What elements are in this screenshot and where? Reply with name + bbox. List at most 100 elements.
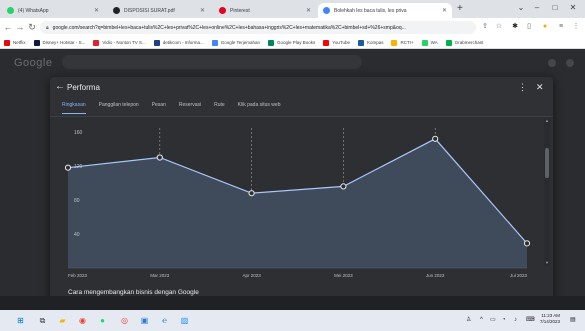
kompas-icon: [357, 39, 364, 46]
bookmark-vidio[interactable]: Vidio - Nonton TV S...: [93, 39, 146, 46]
scroll-up-icon[interactable]: ▲: [545, 119, 549, 123]
extension-icon[interactable]: ✱: [510, 22, 520, 32]
browser-tab-strip: (4) WhatsApp ✕ DISPOSISI SURAT.pdf ✕ Pin…: [0, 0, 585, 18]
bookmark-netflix[interactable]: Netflix: [4, 39, 26, 46]
sidepanel-icon[interactable]: ▯: [524, 22, 534, 32]
close-icon[interactable]: ✕: [306, 7, 311, 14]
google-icon: [323, 7, 330, 14]
tab-ringkasan[interactable]: Ringkasan: [62, 102, 86, 114]
whatsapp-icon[interactable]: ●: [96, 314, 109, 327]
translate-icon: [211, 39, 218, 46]
data-point: [432, 135, 439, 142]
scroll-down-icon[interactable]: ▼: [545, 261, 549, 265]
volume-icon[interactable]: ♪: [514, 316, 517, 324]
search-input[interactable]: [62, 55, 362, 69]
x-tick-label: Mar 2023: [150, 273, 170, 278]
system-clock[interactable]: 11:23 AM 7/14/2023: [540, 313, 560, 325]
person-icon[interactable]: ♙: [466, 316, 471, 324]
bookmark-star-icon[interactable]: ☆: [494, 22, 504, 32]
detikcom-icon: [153, 39, 160, 46]
scrollbar-thumb[interactable]: [545, 148, 549, 178]
chrome-icon[interactable]: ◉: [76, 314, 89, 327]
document-icon: [113, 7, 120, 14]
back-arrow-icon[interactable]: ←: [55, 82, 65, 92]
close-icon[interactable]: ✕: [442, 7, 447, 14]
opera-icon[interactable]: ◎: [118, 314, 131, 327]
disney-icon: [33, 39, 40, 46]
apps-icon[interactable]: [548, 59, 556, 67]
profile-icon[interactable]: ●: [540, 22, 550, 32]
tab-search-icon[interactable]: ⌄: [514, 3, 528, 13]
task-view-icon[interactable]: ⧉: [36, 314, 49, 327]
reload-icon[interactable]: ↻: [26, 21, 38, 33]
share-icon[interactable]: ⇪: [480, 22, 490, 32]
grab-icon: [445, 39, 452, 46]
update-icon[interactable]: ≡: [556, 22, 566, 32]
dialog-title: Performa: [67, 83, 100, 92]
bookmark-detikcom[interactable]: detikcom - Informa...: [153, 39, 204, 46]
tab-pdf[interactable]: DISPOSISI SURAT.pdf ✕: [108, 3, 210, 18]
tab-rute[interactable]: Rute: [214, 102, 225, 114]
performance-chart: 4080120160Feb 2023 Mar 2023 Apr 2023 Mei 20…: [64, 128, 531, 278]
bookmark-youtube[interactable]: YouTube: [323, 39, 350, 46]
close-window-icon[interactable]: ✕: [566, 3, 580, 13]
whatsapp-icon: [421, 39, 428, 46]
bookmark-google-translate[interactable]: Google Terjemahan: [211, 39, 260, 46]
google-logo[interactable]: Google: [14, 57, 52, 69]
section-heading: Cara mengembangkan bisnis dengan Google: [68, 289, 199, 296]
y-tick-label: 160: [74, 130, 83, 136]
close-icon[interactable]: ✕: [94, 7, 99, 14]
bookmark-play-books[interactable]: Google Play Books: [267, 39, 315, 46]
edge-icon[interactable]: ℮: [158, 314, 171, 327]
lock-icon: 🔒︎: [46, 24, 49, 31]
show-hidden-icon[interactable]: ^: [480, 316, 483, 324]
windows-taskbar: ⊞ ⧉ ▰ ◉ ● ◎ ▣ ℮ ▨ ♙ ^ ▭ ◔ ♪ ⌨ 11:23 AM 7…: [0, 310, 585, 331]
dialog-scrollbar[interactable]: ▲ ▼: [544, 118, 550, 266]
browser-toolbar: ← → ↻ 🔒︎ google.com/search?q=bimbel+les+…: [0, 18, 585, 37]
tab-reservasi[interactable]: Reservasi: [179, 102, 201, 114]
tab-pinterest[interactable]: Pinterest ✕: [214, 3, 316, 18]
keyboard-icon[interactable]: ⌨: [526, 316, 535, 324]
tab-klik-situs-web[interactable]: Klik pada situs web: [238, 102, 281, 114]
address-bar[interactable]: 🔒︎ google.com/search?q=bimbel+les+baca+t…: [40, 21, 476, 34]
tab-google-search[interactable]: Bolehkah les baca tulis, les priva ✕: [318, 3, 452, 18]
notification-icon[interactable]: ▤: [570, 316, 576, 324]
dialog-tabs: Ringkasan Panggilan telepon Pesan Reserv…: [62, 102, 293, 114]
account-avatar[interactable]: [566, 59, 574, 67]
x-tick-label: Jul 2023: [510, 273, 528, 278]
close-icon[interactable]: ✕: [200, 7, 205, 14]
clock-date: 7/14/2023: [540, 319, 561, 324]
x-tick-label: Mei 2023: [334, 273, 353, 278]
performance-dialog: ← Performa ⋮ ✕ Ringkasan Panggilan telep…: [50, 77, 553, 296]
vidio-icon: [93, 39, 100, 46]
battery-icon[interactable]: ▭: [490, 316, 496, 324]
address-text: google.com/search?q=bimbel+les+baca+tuli…: [52, 24, 406, 31]
bookmark-kompas[interactable]: Kompas: [357, 39, 383, 46]
maximize-icon[interactable]: □: [548, 3, 562, 13]
pinterest-icon: [219, 7, 226, 14]
photos-icon[interactable]: ▨: [178, 314, 191, 327]
data-point: [156, 154, 163, 161]
close-icon[interactable]: ✕: [536, 82, 544, 92]
bookmark-wa[interactable]: WA: [421, 39, 438, 46]
network-icon[interactable]: ◔: [502, 316, 506, 324]
forward-icon[interactable]: →: [14, 21, 26, 33]
tab-whatsapp[interactable]: (4) WhatsApp ✕: [2, 3, 104, 18]
bookmark-rcti[interactable]: RCTI+: [391, 39, 414, 46]
new-tab-button[interactable]: +: [457, 3, 463, 15]
tab-pesan[interactable]: Pesan: [152, 102, 166, 114]
tab-panggilan-telepon[interactable]: Panggilan telepon: [99, 102, 139, 114]
file-explorer-icon[interactable]: ▰: [56, 314, 69, 327]
rcti-icon: [391, 39, 398, 46]
tab-label: (4) WhatsApp: [18, 7, 49, 14]
back-icon[interactable]: ←: [2, 21, 14, 33]
menu-icon[interactable]: ⋮: [571, 22, 581, 32]
dialog-header: ← Performa ⋮ ✕ Ringkasan Panggilan telep…: [50, 77, 553, 117]
more-options-icon[interactable]: ⋮: [518, 82, 527, 92]
minimize-icon[interactable]: –: [530, 3, 544, 13]
word-icon[interactable]: ▣: [138, 314, 151, 327]
area-fill: [68, 138, 527, 268]
windows-start-icon[interactable]: ⊞: [14, 314, 27, 327]
bookmark-grabmerchant[interactable]: Grabmerchant: [445, 39, 483, 46]
bookmark-disney[interactable]: Disney+ Hotstar - S...: [33, 39, 85, 46]
